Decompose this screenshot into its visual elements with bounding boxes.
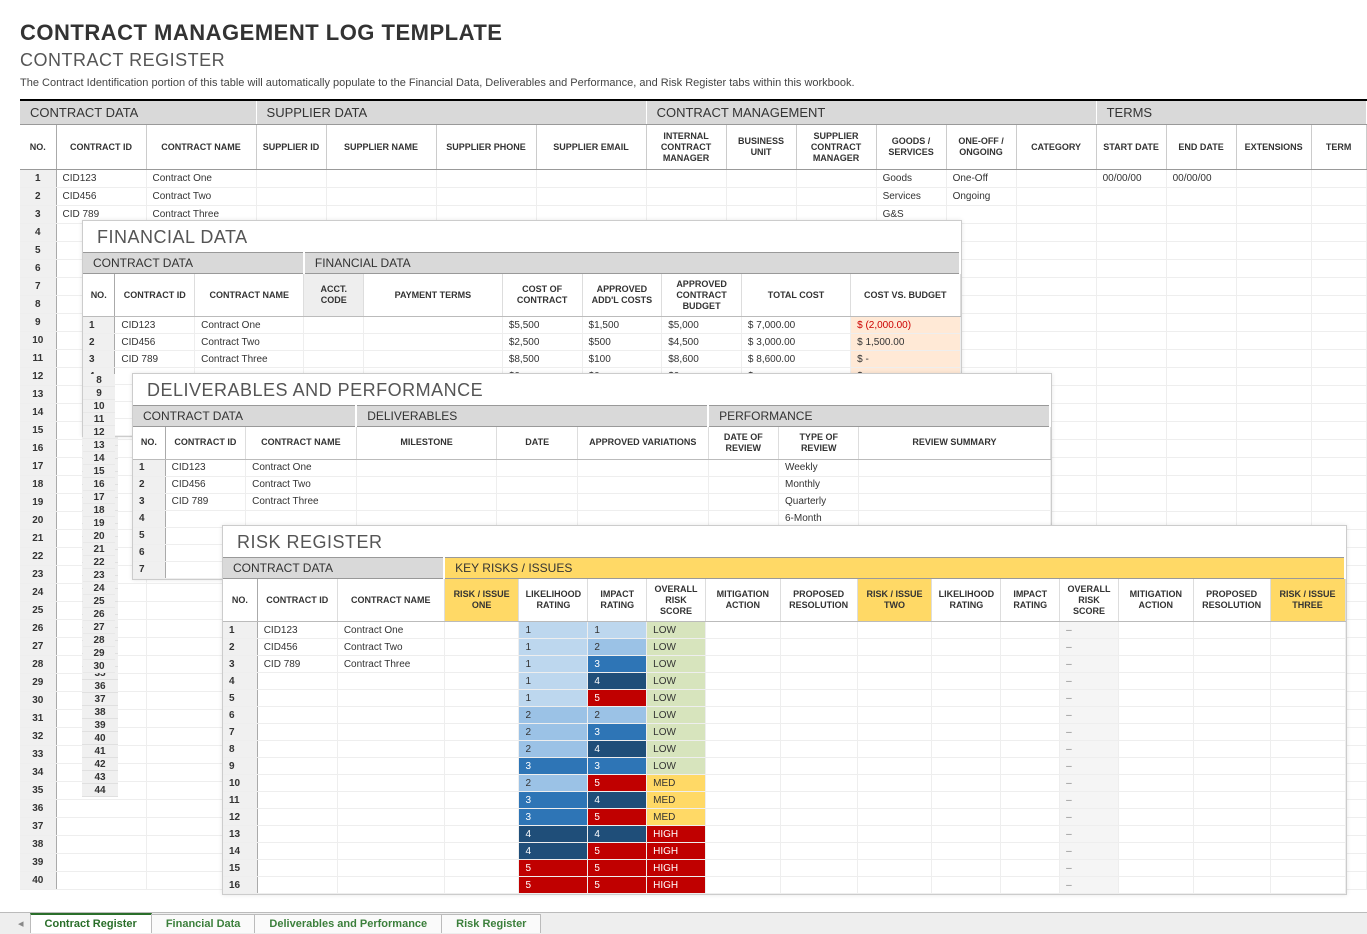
table-row[interactable]: 2CID456Contract Two$2,500$500$4,500$ 3,0… [83, 334, 960, 351]
table-row[interactable]: 1CID123Contract OneGoodsOne-Off00/00/000… [20, 170, 1366, 188]
page-description: The Contract Identification portion of t… [20, 77, 1347, 89]
table-row[interactable]: 723LOW– [223, 724, 1345, 741]
table-row[interactable]: 1CID123Contract OneWeekly [133, 459, 1050, 476]
table-row[interactable]: 414LOW– [223, 673, 1345, 690]
table-row[interactable]: 515LOW– [223, 690, 1345, 707]
sheet-tab[interactable]: Deliverables and Performance [254, 914, 442, 933]
section-contract-management: CONTRACT MANAGEMENT [646, 100, 1096, 125]
sheet-tab[interactable]: Risk Register [441, 914, 541, 933]
table-row[interactable]: 1344HIGH– [223, 826, 1345, 843]
table-row[interactable]: 622LOW– [223, 707, 1345, 724]
table-row[interactable]: 2CID456Contract TwoMonthly [133, 476, 1050, 493]
tab-nav-prev-icon[interactable]: ◂ [12, 915, 30, 932]
table-row[interactable]: 1025MED– [223, 775, 1345, 792]
table-row[interactable]: 1CID123Contract One11LOW– [223, 622, 1345, 639]
table-row[interactable]: 1445HIGH– [223, 843, 1345, 860]
table-row[interactable]: 2CID456Contract Two12LOW– [223, 639, 1345, 656]
section-terms: TERMS [1096, 100, 1366, 125]
table-row[interactable]: 3CID 789Contract Three13LOW– [223, 656, 1345, 673]
sheet-tab-bar: ◂ Contract RegisterFinancial DataDeliver… [0, 912, 1367, 934]
page-subtitle: CONTRACT REGISTER [20, 50, 1347, 71]
section-supplier-data: SUPPLIER DATA [256, 100, 646, 125]
section-contract-data: CONTRACT DATA [20, 100, 256, 125]
risk-register-panel: RISK REGISTER CONTRACT DATA KEY RISKS / … [222, 525, 1347, 895]
table-row[interactable]: 933LOW– [223, 758, 1345, 775]
page-title: CONTRACT MANAGEMENT LOG TEMPLATE [20, 20, 1347, 46]
table-row[interactable]: 1555HIGH– [223, 860, 1345, 877]
main-column-headers: NO. CONTRACT ID CONTRACT NAME SUPPLIER I… [20, 125, 1366, 170]
sheet-tab[interactable]: Financial Data [151, 914, 256, 933]
table-row[interactable]: 1235MED– [223, 809, 1345, 826]
sheet-tab[interactable]: Contract Register [30, 913, 152, 933]
table-row[interactable]: 824LOW– [223, 741, 1345, 758]
table-row[interactable]: 1CID123Contract One$5,500$1,500$5,000$ 7… [83, 317, 960, 334]
table-row[interactable]: 3CID 789Contract ThreeQuarterly [133, 493, 1050, 510]
table-row[interactable]: 1655HIGH– [223, 877, 1345, 894]
table-row[interactable]: 1134MED– [223, 792, 1345, 809]
table-row[interactable]: 2CID456Contract TwoServicesOngoing [20, 188, 1366, 206]
table-row[interactable]: 3CID 789Contract Three$8,500$100$8,600$ … [83, 351, 960, 368]
